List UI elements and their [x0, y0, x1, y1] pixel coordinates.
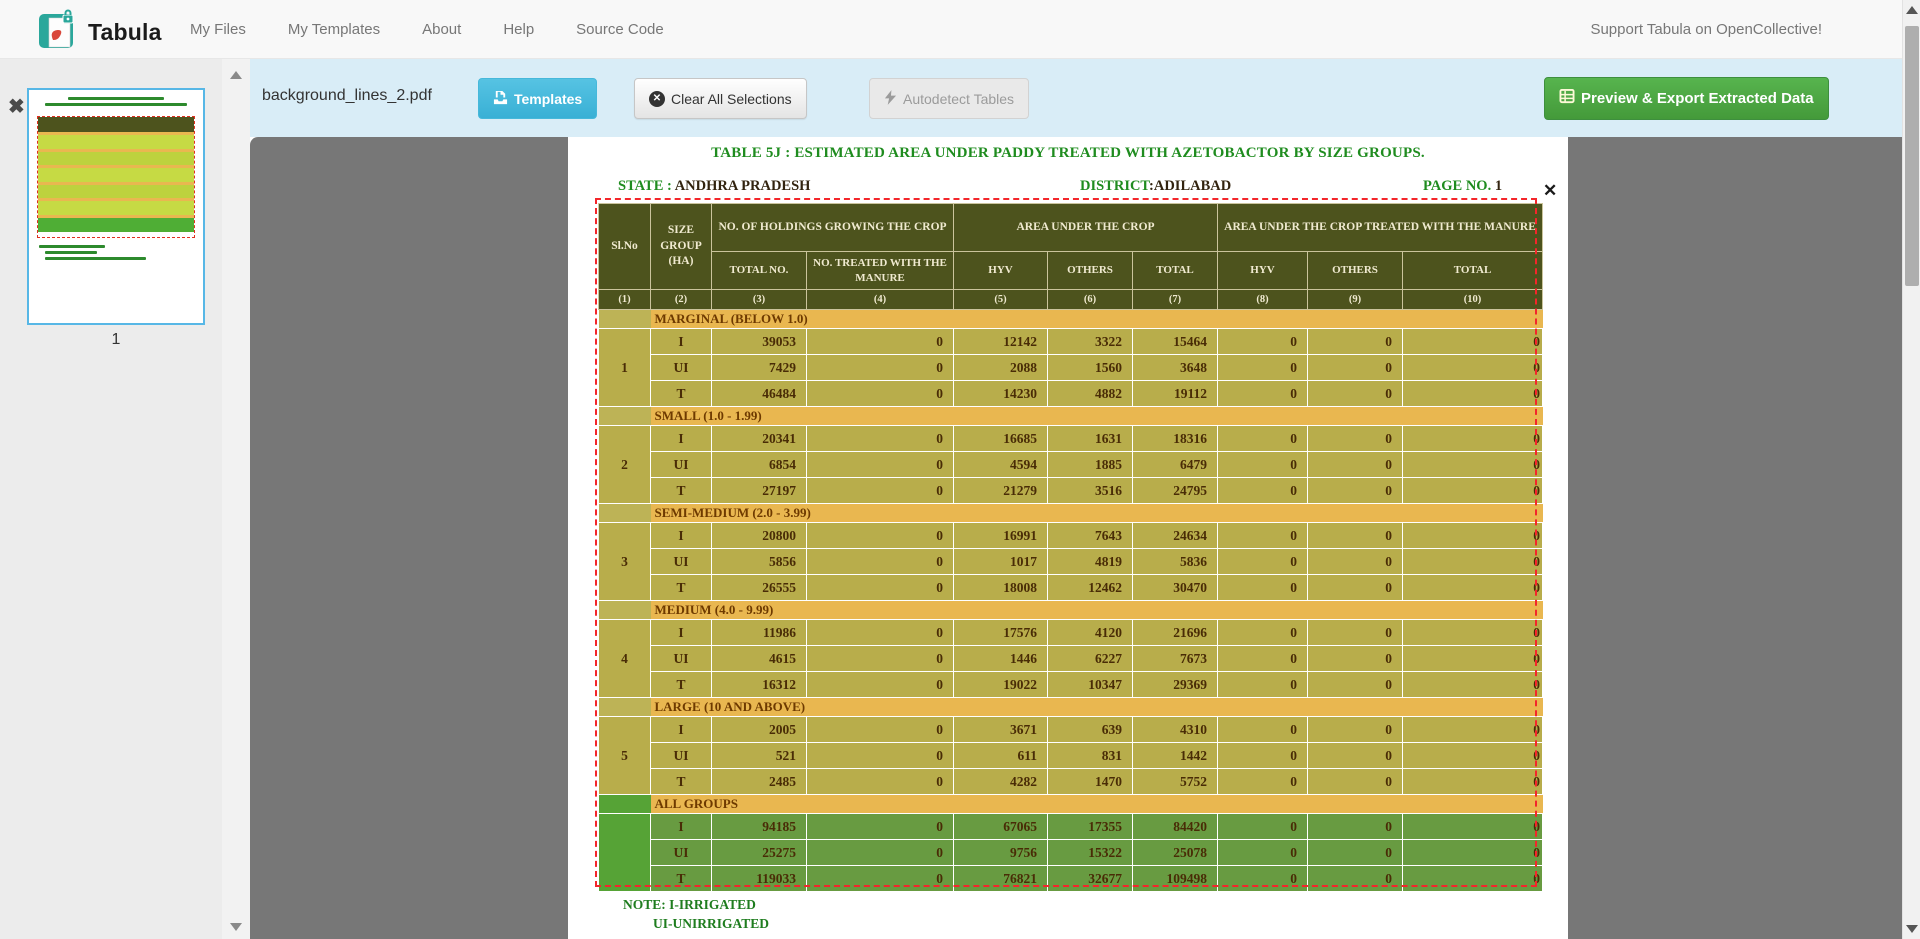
pdf-table-title: TABLE 5J : ESTIMATED AREA UNDER PADDY TR… — [568, 145, 1568, 162]
district-label: DISTRICT — [1080, 178, 1149, 194]
thumb-table-art — [37, 116, 195, 238]
pdf-page[interactable]: TABLE 5J : ESTIMATED AREA UNDER PADDY TR… — [568, 137, 1568, 939]
thumb-note-line — [45, 251, 97, 254]
selection-close-icon[interactable]: ✕ — [1543, 182, 1557, 199]
sidebar-scroll-up-icon[interactable] — [230, 71, 242, 79]
state-value: ANDHRA PRADESH — [675, 178, 811, 194]
templates-icon — [493, 90, 508, 108]
clear-all-selections-label: Clear All Selections — [671, 91, 792, 107]
remove-page-icon[interactable]: ✖ — [8, 97, 25, 117]
district-field: DISTRICT:ADILABAD — [1080, 178, 1231, 195]
tabula-logo-icon — [38, 9, 78, 56]
state-label: STATE : — [618, 178, 672, 194]
nav-item-my-templates[interactable]: My Templates — [288, 21, 380, 38]
nav-item-my-files[interactable]: My Files — [190, 21, 246, 38]
filename-label: background_lines_2.pdf — [262, 87, 432, 105]
state-field: STATE : ANDHRA PRADESH — [618, 178, 810, 195]
thumb-note-line — [45, 257, 146, 260]
thumbnail-sidebar: ✖ 1 — [0, 59, 250, 939]
autodetect-tables-button[interactable]: Autodetect Tables — [869, 78, 1029, 119]
scrollbar-up-icon[interactable] — [1906, 6, 1918, 14]
flash-icon — [884, 90, 897, 108]
nav-item-help[interactable]: Help — [503, 21, 534, 38]
brand[interactable]: Tabula — [38, 9, 162, 56]
document-viewport: TABLE 5J : ESTIMATED AREA UNDER PADDY TR… — [250, 137, 1902, 939]
tabula-app: Tabula My Files My Templates About Help … — [0, 0, 1920, 939]
page-no-field: PAGE NO. 1 — [1423, 178, 1502, 195]
nav-item-about[interactable]: About — [422, 21, 461, 38]
brand-name: Tabula — [88, 19, 162, 46]
nav-item-source-code[interactable]: Source Code — [576, 21, 664, 38]
templates-button-label: Templates — [514, 91, 582, 107]
clear-all-selections-button[interactable]: ✕ Clear All Selections — [634, 78, 807, 119]
page-no-label: PAGE NO. — [1423, 178, 1491, 194]
thumb-note-line — [39, 245, 105, 248]
preview-export-label: Preview & Export Extracted Data — [1581, 90, 1814, 107]
note-line-1: NOTE: I-IRRIGATED — [623, 897, 756, 913]
note-line-2: UI-UNIRRIGATED — [653, 916, 769, 932]
table-selection-box[interactable] — [595, 198, 1537, 887]
sidebar-scrollbar[interactable] — [222, 59, 250, 939]
page-thumbnail[interactable] — [27, 88, 205, 325]
preview-export-button[interactable]: Preview & Export Extracted Data — [1544, 77, 1829, 120]
sidebar-scroll-down-icon[interactable] — [230, 923, 242, 931]
district-value: :ADILABAD — [1149, 178, 1231, 194]
navbar: Tabula My Files My Templates About Help … — [0, 0, 1902, 59]
autodetect-tables-label: Autodetect Tables — [903, 91, 1014, 107]
browser-scrollbar[interactable] — [1902, 0, 1920, 939]
nav-menu: My Files My Templates About Help Source … — [190, 0, 664, 59]
templates-button[interactable]: Templates — [478, 78, 597, 119]
toolbar: background_lines_2.pdf Templates ✕ Clear… — [250, 59, 1902, 137]
page-no-value: 1 — [1495, 178, 1502, 194]
remove-circle-icon: ✕ — [649, 91, 665, 107]
thumbnail-page-number: 1 — [27, 331, 205, 349]
table-list-icon — [1559, 89, 1575, 108]
support-link[interactable]: Support Tabula on OpenCollective! — [1590, 0, 1822, 59]
thumb-title-line — [68, 97, 164, 100]
scrollbar-thumb[interactable] — [1905, 26, 1919, 286]
thumb-title-line — [45, 103, 188, 106]
scrollbar-down-icon[interactable] — [1906, 925, 1918, 933]
